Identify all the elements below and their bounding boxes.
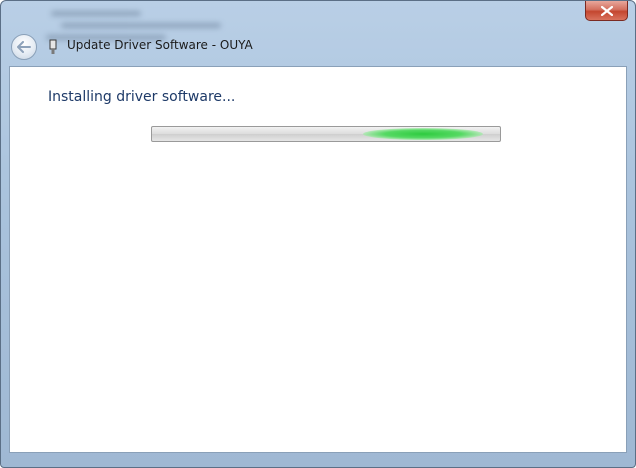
close-button[interactable] — [585, 1, 628, 21]
close-icon — [600, 5, 613, 16]
title-bar-background — [41, 3, 261, 63]
back-arrow-icon — [17, 41, 31, 53]
back-button[interactable] — [11, 34, 37, 60]
usb-device-icon — [49, 39, 57, 54]
page-heading: Installing driver software... — [48, 89, 236, 105]
content-panel: Installing driver software... — [9, 66, 627, 453]
progress-bar — [151, 126, 501, 142]
dialog-window: Update Driver Software - OUYA Installing… — [0, 0, 636, 468]
window-title: Update Driver Software - OUYA — [67, 38, 253, 52]
progress-indicator — [363, 128, 483, 140]
